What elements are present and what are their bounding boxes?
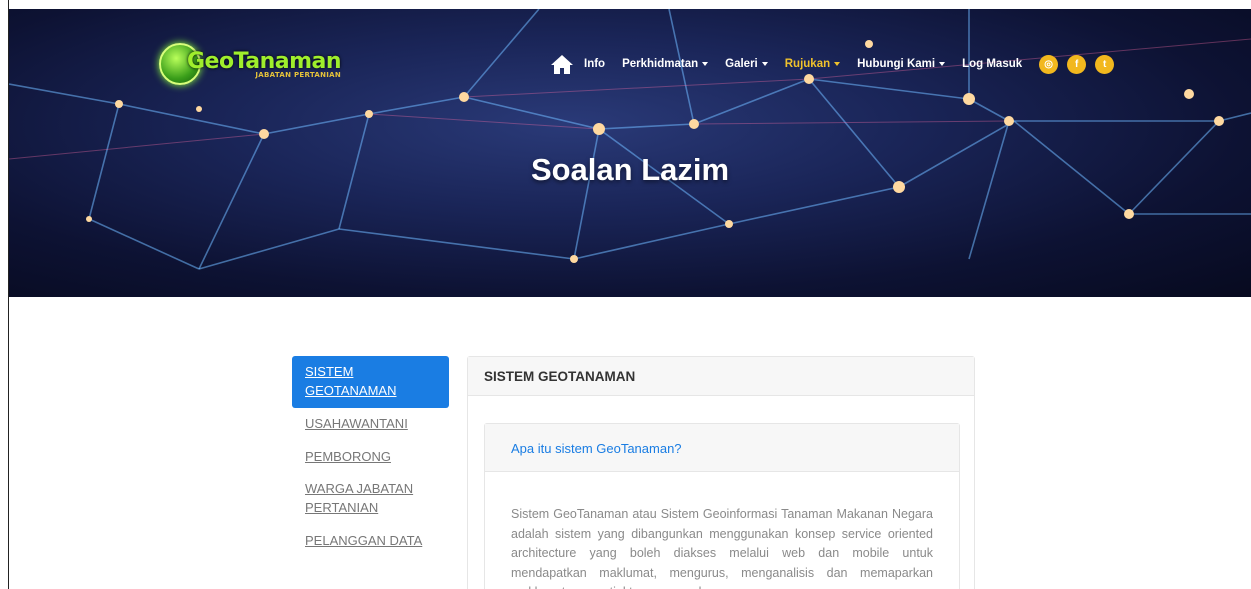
- sidebar-item-pelanggan-data[interactable]: PELANGGAN DATA: [292, 525, 449, 558]
- faq-question[interactable]: Apa itu sistem GeoTanaman?: [485, 424, 959, 472]
- sidebar-item-usahawantani[interactable]: USAHAWANTANI: [292, 408, 449, 441]
- nav-item-galeri[interactable]: Galeri: [725, 58, 768, 70]
- sidebar-item-sistem-geotanaman[interactable]: SISTEM GEOTANAMAN: [292, 356, 449, 408]
- sidebar-item-pemborong[interactable]: PEMBORONG: [292, 441, 449, 474]
- nav-item-info[interactable]: Info: [584, 58, 605, 70]
- chevron-down-icon: [761, 62, 768, 66]
- hero-banner: GeoTanaman JABATAN PERTANIAN Info Perkhi…: [9, 9, 1251, 297]
- home-icon[interactable]: [550, 53, 574, 75]
- nav-item-log-masuk[interactable]: Log Masuk: [962, 58, 1022, 70]
- nav-item-hubungi-kami[interactable]: Hubungi Kami: [857, 58, 946, 70]
- nav-item-rujukan[interactable]: Rujukan: [785, 58, 841, 70]
- faq-item: Apa itu sistem GeoTanaman? Sistem GeoTan…: [484, 423, 960, 589]
- faq-category-sidebar: SISTEM GEOTANAMAN USAHAWANTANI PEMBORONG…: [292, 356, 449, 558]
- twitter-icon[interactable]: t: [1095, 54, 1115, 74]
- chevron-down-icon: [702, 62, 709, 66]
- sidebar-item-warga-jabatan-pertanian[interactable]: WARGA JABATAN PERTANIAN: [292, 473, 449, 525]
- instagram-icon[interactable]: ◎: [1039, 54, 1059, 74]
- faq-card: SISTEM GEOTANAMAN Apa itu sistem GeoTana…: [467, 356, 975, 589]
- window-left-border: [0, 0, 9, 589]
- chevron-down-icon: [834, 62, 841, 66]
- nav-item-perkhidmatan[interactable]: Perkhidmatan: [622, 58, 709, 70]
- faq-answer: Sistem GeoTanaman atau Sistem Geoinforma…: [511, 507, 933, 589]
- main-nav: Info Perkhidmatan Galeri Rujukan Hubungi…: [550, 51, 1123, 77]
- faq-card-header: SISTEM GEOTANAMAN: [468, 357, 974, 396]
- window-top-border: [0, 0, 1251, 9]
- site-logo[interactable]: GeoTanaman JABATAN PERTANIAN: [159, 39, 342, 89]
- page-title: Soalan Lazim: [530, 152, 730, 187]
- facebook-icon[interactable]: f: [1067, 54, 1087, 74]
- chevron-down-icon: [939, 62, 946, 66]
